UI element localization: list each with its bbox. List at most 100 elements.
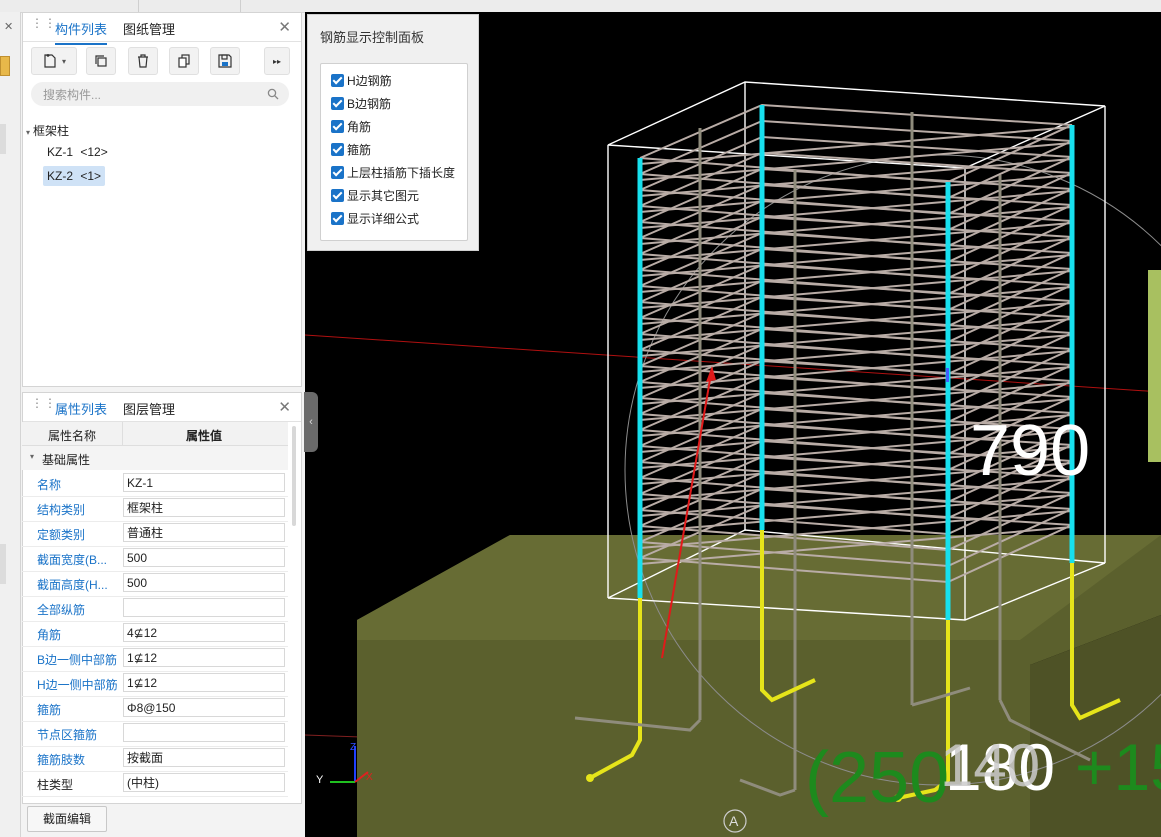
- stirrups: [639, 103, 1073, 584]
- panel-collapse-handle[interactable]: ‹: [304, 392, 318, 452]
- formula-label-white-2: 140: [940, 732, 1040, 799]
- option-b-edge-rebar[interactable]: B边钢筋: [331, 95, 391, 113]
- chevron-down-icon[interactable]: ▾: [62, 57, 66, 66]
- option-label: 上层柱插筋下插长度: [347, 166, 456, 180]
- chevron-down-icon[interactable]: ▾: [30, 452, 34, 461]
- property-name: 角筋: [37, 628, 62, 642]
- delete-button[interactable]: [128, 47, 158, 75]
- option-stirrup[interactable]: 箍筋: [331, 141, 371, 159]
- chevron-down-icon[interactable]: ▾: [26, 128, 30, 137]
- property-row: 角筋 4⊈12: [22, 621, 288, 647]
- layers-copy-icon: [178, 54, 190, 68]
- option-show-other-elements[interactable]: 显示其它图元: [331, 187, 419, 205]
- control-options-box: H边钢筋 B边钢筋 角筋 箍筋 上层柱插筋下插长度 显示其它图元 显示详细公式: [320, 63, 468, 241]
- option-show-detailed-formula[interactable]: 显示详细公式: [331, 210, 419, 228]
- property-row: 柱类型 (中柱): [22, 771, 288, 797]
- copy-button[interactable]: [86, 47, 116, 75]
- tab-drawing-management[interactable]: 图纸管理: [123, 19, 175, 38]
- property-row: 箍筋肢数 按截面: [22, 746, 288, 772]
- control-panel-title: 钢筋显示控制面板: [320, 30, 425, 45]
- property-value-field[interactable]: [123, 598, 285, 617]
- tab-component-list[interactable]: 构件列表: [55, 19, 108, 45]
- new-component-button[interactable]: ▾: [31, 47, 77, 75]
- tree-item-kz2[interactable]: KZ-2 <1>: [43, 166, 106, 186]
- new-file-icon: [44, 54, 56, 68]
- property-value-field[interactable]: 按截面: [123, 748, 285, 767]
- property-row: 箍筋 Φ8@150: [22, 696, 288, 722]
- option-upper-dowel-length[interactable]: 上层柱插筋下插长度: [331, 164, 455, 182]
- property-value-field[interactable]: 普通柱: [123, 523, 285, 542]
- checkbox-checked-icon[interactable]: [331, 74, 344, 87]
- close-icon[interactable]: ✕: [4, 20, 13, 33]
- option-h-edge-rebar[interactable]: H边钢筋: [331, 72, 392, 90]
- copy-to-floor-button[interactable]: [169, 47, 199, 75]
- option-label: 角筋: [347, 120, 372, 134]
- checkbox-checked-icon[interactable]: [331, 120, 344, 133]
- adjacent-element: [1148, 270, 1161, 462]
- property-name: 结构类别: [37, 503, 86, 517]
- copy-icon: [95, 55, 107, 67]
- top-tab[interactable]: [190, 0, 241, 12]
- option-label: 箍筋: [347, 143, 372, 157]
- property-name: 截面宽度(B...: [37, 553, 108, 567]
- checkbox-checked-icon[interactable]: [331, 189, 344, 202]
- drag-handle-icon[interactable]: ⋮⋮: [31, 17, 56, 34]
- property-scrollbar[interactable]: [292, 426, 296, 526]
- property-name: 全部纵筋: [37, 603, 86, 617]
- side-marker: [0, 124, 6, 154]
- property-value-field[interactable]: 4⊈12: [123, 623, 285, 642]
- property-row: 节点区箍筋: [22, 721, 288, 747]
- folder-icon[interactable]: [0, 56, 10, 76]
- property-name: 名称: [37, 478, 62, 492]
- top-tab[interactable]: [88, 0, 139, 12]
- more-tools-button[interactable]: ▸▸: [264, 47, 290, 75]
- property-value-field[interactable]: [123, 723, 285, 742]
- section-edit-button[interactable]: 截面编辑: [27, 806, 107, 832]
- property-value-field[interactable]: Φ8@150: [123, 698, 285, 717]
- gizmo-y-label: Y: [316, 774, 324, 786]
- axis-marker-label: A: [729, 813, 739, 829]
- left-side-strip: ✕: [0, 12, 21, 837]
- tree-item-kz1[interactable]: KZ-1 <12>: [43, 142, 112, 162]
- property-value-field[interactable]: KZ-1: [123, 473, 285, 492]
- column-header-name: 属性名称: [48, 429, 97, 443]
- close-icon[interactable]: ✕: [278, 398, 291, 416]
- tree-node-frame-column[interactable]: ▾ 框架柱: [26, 122, 69, 139]
- search-box[interactable]: [31, 82, 289, 106]
- checkbox-checked-icon[interactable]: [331, 212, 344, 225]
- search-input[interactable]: [41, 85, 265, 105]
- double-chevron-right-icon: ▸▸: [272, 56, 282, 66]
- checkbox-checked-icon[interactable]: [331, 97, 344, 110]
- gizmo-x-label: X: [366, 772, 373, 783]
- column-divider: [122, 422, 123, 445]
- search-icon[interactable]: [267, 88, 279, 100]
- property-row: 截面高度(H... 500: [22, 571, 288, 597]
- column-header-value: 属性值: [186, 429, 223, 443]
- property-value-field[interactable]: 1⊈12: [123, 673, 285, 692]
- property-name: 柱类型: [37, 778, 74, 792]
- property-value-field[interactable]: (中柱): [123, 773, 285, 792]
- option-label: H边钢筋: [347, 74, 392, 88]
- tab-property-list[interactable]: 属性列表: [55, 399, 108, 425]
- checkbox-checked-icon[interactable]: [331, 143, 344, 156]
- checkbox-checked-icon[interactable]: [331, 166, 344, 179]
- property-group-basic[interactable]: ▾ 基础属性: [22, 446, 288, 470]
- option-corner-rebar[interactable]: 角筋: [331, 118, 371, 136]
- formula-label-green: (250: [805, 738, 949, 818]
- property-name: 箍筋肢数: [37, 753, 86, 767]
- component-count: <12>: [80, 145, 108, 159]
- rebar-display-control-panel: 钢筋显示控制面板 H边钢筋 B边钢筋 角筋 箍筋 上层柱插筋下插长度 显示其它图…: [307, 14, 479, 251]
- property-value-field[interactable]: 500: [123, 573, 285, 592]
- property-row: 截面宽度(B... 500: [22, 546, 288, 572]
- drag-handle-icon[interactable]: ⋮⋮: [31, 397, 56, 414]
- property-row: 名称 KZ-1: [22, 471, 288, 497]
- property-value-field[interactable]: 500: [123, 548, 285, 567]
- property-value-field[interactable]: 1⊈12: [123, 648, 285, 667]
- component-count: <1>: [80, 169, 102, 183]
- property-value-field[interactable]: 框架柱: [123, 498, 285, 517]
- property-name: 定额类别: [37, 528, 86, 542]
- save-button[interactable]: [210, 47, 240, 75]
- tab-layer-management[interactable]: 图层管理: [123, 399, 175, 418]
- close-icon[interactable]: ✕: [278, 18, 291, 36]
- property-name: 节点区箍筋: [37, 728, 98, 742]
